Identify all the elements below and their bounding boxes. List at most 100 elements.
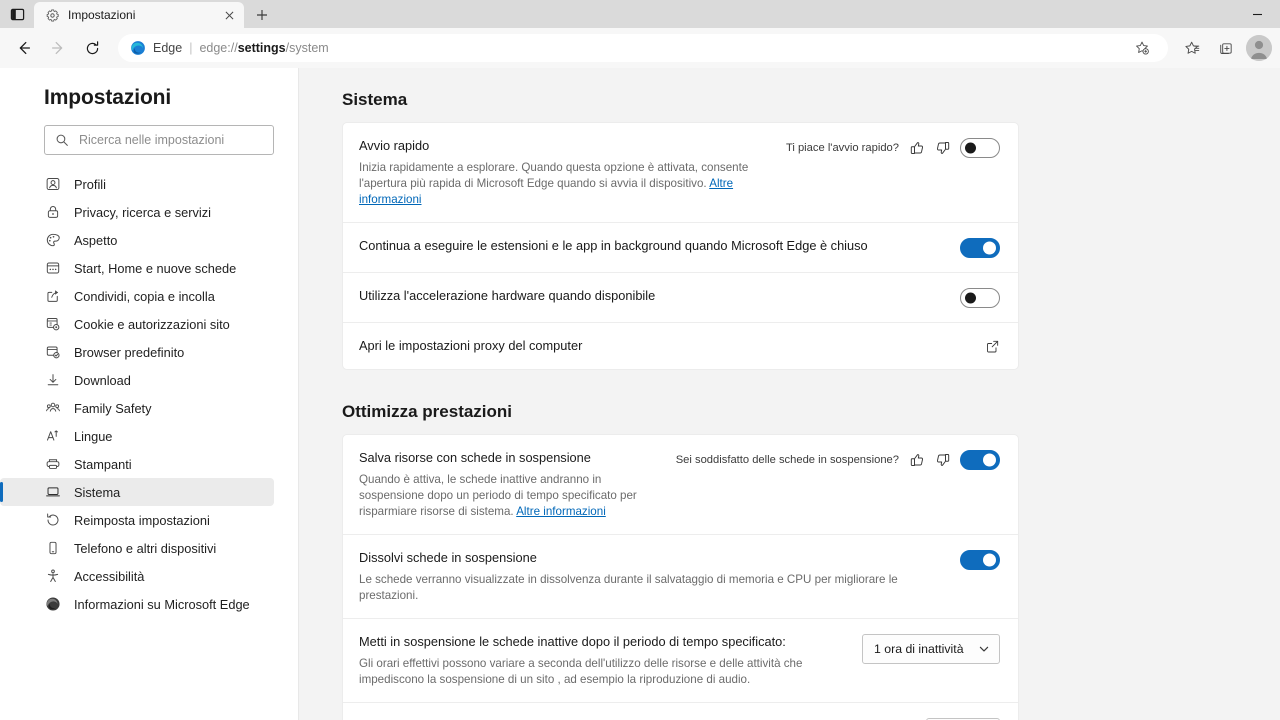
sidebar-item-privacy[interactable]: Privacy, ricerca e servizi — [0, 198, 274, 226]
url-suffix: /system — [285, 41, 329, 55]
download-arrow-icon — [44, 372, 61, 389]
browser-toolbar: Edge | edge://settings/system — [0, 28, 1280, 68]
search-wrapper — [0, 125, 298, 155]
select-value: 1 ora di inattività — [874, 642, 964, 656]
avatar[interactable] — [1246, 35, 1272, 61]
sidebar-item-condividi[interactable]: Condividi, copia e incolla — [0, 282, 274, 310]
sidebar-nav-list: Profili Privacy, ricerca e servizi Aspet… — [0, 170, 298, 618]
title-bar: Impostazioni — [0, 0, 1280, 28]
row-aside — [960, 287, 1000, 308]
sidebar-item-aspetto[interactable]: Aspetto — [0, 226, 274, 254]
row-fade-sleeping-tabs: Dissolvi schede in sospensione Le schede… — [343, 535, 1018, 619]
forward-arrow-icon — [42, 32, 74, 64]
home-window-icon — [44, 260, 61, 277]
reload-icon[interactable] — [76, 32, 108, 64]
sidebar-item-browser-predefinito[interactable]: Browser predefinito — [0, 338, 274, 366]
thumbs-up-icon[interactable] — [908, 452, 925, 469]
sidebar-item-lingue[interactable]: Lingue — [0, 422, 274, 450]
search-input[interactable] — [79, 133, 263, 147]
back-arrow-icon[interactable] — [8, 32, 40, 64]
phone-icon — [44, 540, 61, 557]
close-icon[interactable] — [220, 6, 238, 24]
row-avvio-rapido: Avvio rapido Inizia rapidamente a esplor… — [343, 123, 1018, 223]
sidebar-item-family-safety[interactable]: Family Safety — [0, 394, 274, 422]
row-aside: Sei soddisfatto delle schede in sospensi… — [676, 449, 1000, 470]
feedback-question: Ti piace l'avvio rapido? — [785, 142, 899, 154]
sidebar-item-label: Lingue — [74, 428, 113, 444]
row-title: Apri le impostazioni proxy del computer — [359, 338, 583, 353]
settings-search[interactable] — [44, 125, 274, 155]
accessibility-icon — [44, 568, 61, 585]
row-hardware-acceleration: Utilizza l'accelerazione hardware quando… — [343, 273, 1018, 323]
inactive-timeout-select[interactable]: 1 ora di inattività — [862, 634, 1000, 664]
sidebar-item-sistema[interactable]: Sistema — [0, 478, 274, 506]
sidebar-item-profili[interactable]: Profili — [0, 170, 274, 198]
browser-tab-impostazioni[interactable]: Impostazioni — [34, 2, 244, 28]
sidebar-item-accessibilita[interactable]: Accessibilità — [0, 562, 274, 590]
row-description: Le schede verranno visualizzate in disso… — [359, 573, 898, 602]
row-sleeping-tabs: Salva risorse con schede in sospensione … — [343, 435, 1018, 535]
minimize-button[interactable] — [1234, 0, 1280, 28]
section-heading-sistema: Sistema — [342, 90, 408, 109]
star-add-icon[interactable] — [1126, 32, 1158, 64]
sidebar-item-label: Accessibilità — [74, 568, 145, 584]
row-aside — [960, 237, 1000, 258]
sidebar-item-stampanti[interactable]: Stampanti — [0, 450, 274, 478]
collections-add-icon[interactable] — [1210, 32, 1242, 64]
toggle-knob — [983, 453, 996, 467]
gear-icon — [44, 7, 60, 23]
toggle-knob — [983, 553, 996, 567]
sidebar-item-label: Telefono e altri dispositivi — [74, 540, 217, 556]
row-main: Apri le impostazioni proxy del computer — [359, 337, 974, 355]
sidebar-item-telefono[interactable]: Telefono e altri dispositivi — [0, 534, 274, 562]
row-main: Utilizza l'accelerazione hardware quando… — [359, 287, 950, 305]
vertical-tabs-icon[interactable] — [0, 0, 34, 28]
card-ottimizza-prestazioni: Salva risorse con schede in sospensione … — [342, 434, 1019, 720]
edge-logo-icon — [44, 596, 61, 613]
settings-page: Impostazioni Profili Privacy, ricerca e … — [0, 68, 1280, 720]
url-prefix: edge:// — [199, 41, 238, 55]
row-description-text: Inizia rapidamente a esplorare. Quando q… — [359, 161, 749, 190]
toggle-hardware-acceleration[interactable] — [960, 288, 1000, 308]
row-aside — [984, 337, 1000, 354]
settings-content: Sistema Avvio rapido Inizia rapidamente … — [299, 68, 1280, 720]
toggle-fade-sleeping-tabs[interactable] — [960, 550, 1000, 570]
lock-icon — [44, 204, 61, 221]
thumbs-down-icon[interactable] — [934, 452, 951, 469]
address-bar[interactable]: Edge | edge://settings/system — [118, 34, 1168, 62]
sidebar-item-reimposta[interactable]: Reimposta impostazioni — [0, 506, 274, 534]
favorites-list-icon[interactable] — [1176, 32, 1208, 64]
thumbs-up-icon[interactable] — [908, 140, 925, 157]
sidebar-item-informazioni[interactable]: Informazioni su Microsoft Edge — [0, 590, 274, 618]
row-title: Metti in sospensione le schede inattive … — [359, 634, 786, 649]
row-aside — [960, 549, 1000, 570]
sidebar-item-label: Browser predefinito — [74, 344, 185, 360]
toggle-avvio-rapido[interactable] — [960, 138, 1000, 158]
row-title: Continua a eseguire le estensioni e le a… — [359, 238, 868, 253]
sidebar-item-label: Privacy, ricerca e servizi — [74, 204, 211, 220]
new-tab-button[interactable] — [248, 2, 276, 28]
sidebar-item-cookie[interactable]: Cookie e autorizzazioni sito — [0, 310, 274, 338]
row-proxy-settings[interactable]: Apri le impostazioni proxy del computer — [343, 323, 1018, 369]
toggle-background-apps[interactable] — [960, 238, 1000, 258]
row-aside: 1 ora di inattività — [862, 633, 1000, 664]
settings-sidebar: Impostazioni Profili Privacy, ricerca e … — [0, 68, 299, 720]
toggle-sleeping-tabs[interactable] — [960, 450, 1000, 470]
address-separator: | — [189, 41, 193, 55]
page-title: Impostazioni — [44, 86, 172, 109]
row-main: Salva risorse con schede in sospensione … — [359, 449, 666, 520]
reset-icon — [44, 512, 61, 529]
sidebar-item-download[interactable]: Download — [0, 366, 274, 394]
tab-title: Impostazioni — [68, 8, 136, 22]
url-bold: settings — [237, 41, 286, 55]
row-title: Salva risorse con schede in sospensione — [359, 450, 591, 465]
row-main: Dissolvi schede in sospensione Le schede… — [359, 549, 950, 604]
sidebar-item-start-home[interactable]: Start, Home e nuove schede — [0, 254, 274, 282]
row-description: Gli orari effettivi possono variare a se… — [359, 657, 803, 686]
learn-more-link[interactable]: Altre informazioni — [516, 505, 606, 518]
thumbs-down-icon[interactable] — [934, 140, 951, 157]
open-external-icon[interactable] — [984, 338, 1000, 354]
row-main: Metti in sospensione le schede inattive … — [359, 633, 852, 688]
section-heading-ottimizza: Ottimizza prestazioni — [342, 402, 513, 421]
window-controls — [1234, 0, 1280, 28]
